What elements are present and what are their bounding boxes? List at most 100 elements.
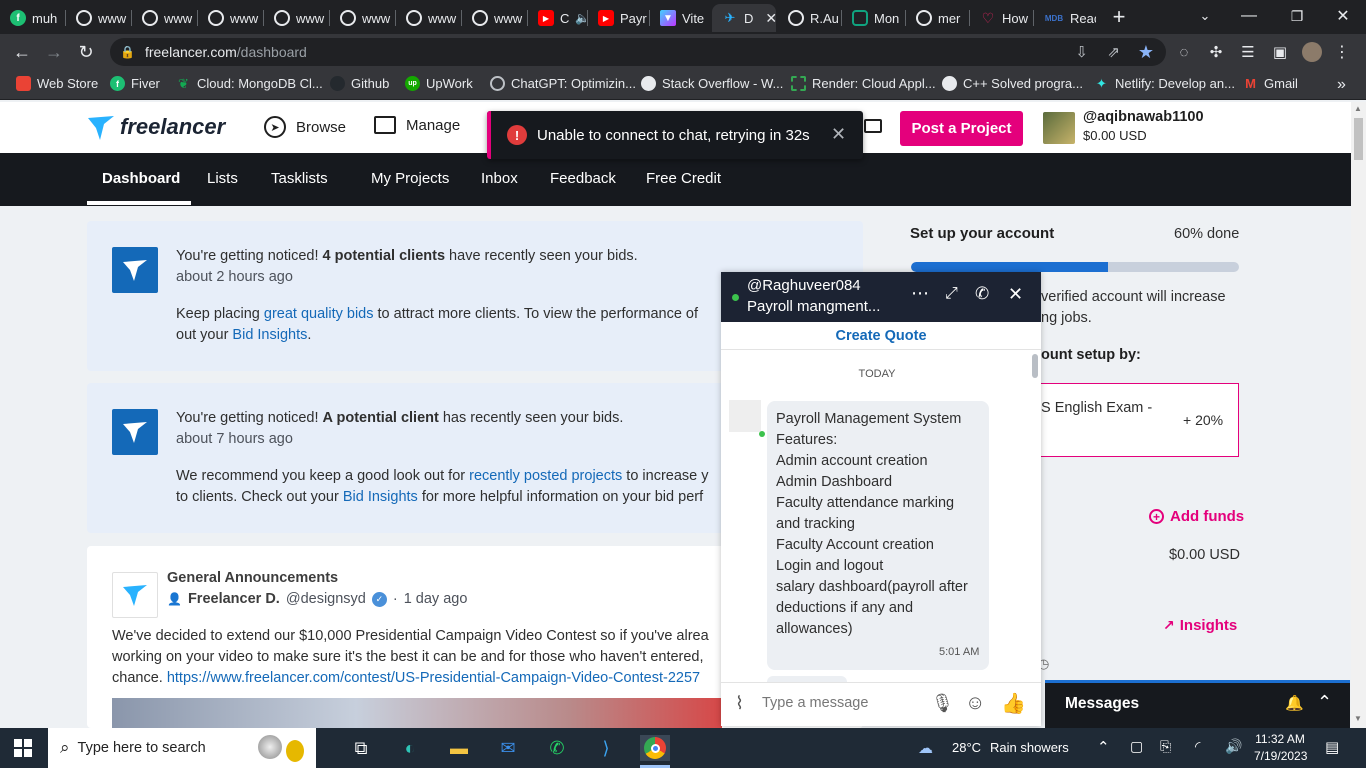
manage-button[interactable]: Manage (374, 116, 460, 134)
bookmark-stackoverflow[interactable]: Stack Overflow - W... (641, 76, 783, 91)
browser-tab-active[interactable]: ✈ D ✕ (712, 4, 776, 32)
whatsapp-icon[interactable]: ✆ (542, 735, 572, 761)
nav-dashboard[interactable]: Dashboard (102, 170, 180, 187)
extensions-puzzle-icon[interactable]: ✣ (1204, 40, 1228, 64)
task-view-icon[interactable]: ⧉ (346, 735, 376, 761)
chevron-up-icon[interactable]: ⌃ (1097, 738, 1110, 756)
thumbs-up-icon[interactable]: 👍 (1001, 691, 1026, 716)
wifi-icon[interactable]: ◜ (1195, 738, 1200, 755)
bid-insights-link[interactable]: Bid Insights (343, 489, 418, 505)
freelancer-logo[interactable]: freelancer (86, 112, 225, 142)
profile-avatar[interactable] (1302, 42, 1322, 62)
reload-icon[interactable]: ↻ (74, 40, 98, 64)
bookmark-netlify[interactable]: ✦ Netlify: Develop an... (1094, 76, 1235, 92)
weather-temp[interactable]: 28°C (952, 740, 981, 755)
bookmark-render[interactable]: Render: Cloud Appl... (791, 76, 936, 91)
clock-date[interactable]: 7/19/2023 (1254, 749, 1307, 763)
close-tab-icon[interactable]: ✕ (765, 10, 776, 27)
browser-tab[interactable]: www (396, 4, 460, 32)
volume-icon[interactable]: 🔊 (1225, 738, 1242, 755)
emoji-icon[interactable]: ☺ (965, 692, 985, 715)
share-icon[interactable]: ⇗ (1107, 43, 1120, 61)
add-funds-button[interactable]: + Add funds (1149, 508, 1244, 525)
messages-icon[interactable] (864, 119, 882, 133)
vscode-icon[interactable]: ⟩ (591, 735, 621, 761)
browser-tab[interactable]: MDBReac (1034, 4, 1096, 32)
new-tab-icon[interactable]: + (1107, 4, 1131, 29)
chrome-icon[interactable] (640, 735, 670, 761)
bookmark-star-icon[interactable]: ★ (1138, 42, 1154, 63)
browser-tab[interactable]: f muh (0, 4, 64, 32)
nav-inbox[interactable]: Inbox (481, 170, 518, 187)
bookmark-cpp[interactable]: C++ Solved progra... (942, 76, 1083, 91)
mail-icon[interactable]: ✉ (493, 735, 523, 761)
bookmark-github[interactable]: Github (330, 76, 389, 91)
weather-icon[interactable]: ☁ (918, 739, 933, 757)
more-options-icon[interactable]: ⋯ (911, 283, 929, 304)
taskbar-search[interactable]: ⌕ Type here to search (48, 728, 316, 768)
insights-link[interactable]: ↗ Insights (1163, 617, 1237, 634)
address-bar[interactable]: 🔒 freelancer.com/dashboard ⇩ ⇗ ★ (110, 38, 1166, 66)
page-scrollbar[interactable]: ▲ ▼ (1351, 102, 1366, 728)
nav-feedback[interactable]: Feedback (550, 170, 616, 187)
browser-tab[interactable]: www (462, 4, 526, 32)
browser-tab[interactable]: www (66, 4, 130, 32)
browser-tab[interactable]: mer (906, 4, 968, 32)
bookmark-gmail[interactable]: M Gmail (1243, 76, 1298, 91)
chat-message-input[interactable]: Type a message (762, 695, 912, 711)
browser-tab[interactable]: ♡ How (970, 4, 1032, 32)
bookmark-fiver[interactable]: f Fiver (110, 76, 160, 91)
nav-free-credit[interactable]: Free Credit (646, 170, 721, 187)
browser-tab[interactable]: Mon (842, 4, 904, 32)
chrome-menu-icon[interactable]: ⋮ (1330, 40, 1354, 64)
edge-icon[interactable]: ◐ (395, 735, 425, 761)
browser-tab[interactable]: www (132, 4, 196, 32)
header-username[interactable]: @aqibnawab1100 (1083, 109, 1204, 125)
scroll-up-icon[interactable]: ▲ (1354, 104, 1362, 113)
nav-tasklists[interactable]: Tasklists (271, 170, 328, 187)
bid-insights-link[interactable]: Bid Insights (232, 327, 307, 343)
back-icon[interactable]: ← (10, 40, 34, 64)
browser-tab[interactable]: www (264, 4, 328, 32)
chat-username[interactable]: @Raghuveer084 (747, 277, 861, 294)
tab-search-icon[interactable]: ⌄ (1193, 4, 1217, 28)
messages-bar[interactable]: Messages 🔔 ⌃ (1045, 680, 1350, 728)
nav-my-projects[interactable]: My Projects (371, 170, 449, 187)
bookmark-mongodb[interactable]: ❦ Cloud: MongoDB Cl... (176, 76, 323, 92)
scroll-down-icon[interactable]: ▼ (1354, 714, 1362, 723)
browser-tab[interactable]: ▶ C 🔈 (528, 4, 586, 32)
weather-desc[interactable]: Rain showers (990, 740, 1069, 755)
speaker-icon[interactable]: 🔈 (575, 11, 586, 25)
phone-icon[interactable]: ✆ (975, 284, 989, 304)
recently-posted-projects-link[interactable]: recently posted projects (469, 468, 622, 484)
bookmark-upwork[interactable]: up UpWork (405, 76, 473, 91)
browser-tab[interactable]: ▶ Payr (588, 4, 648, 32)
create-quote-button[interactable]: Create Quote (835, 328, 926, 344)
extension-circle-icon[interactable]: ◌ (1172, 40, 1196, 64)
network-icon[interactable]: ⎘ (1160, 738, 1171, 755)
bookmark-chatgpt[interactable]: ChatGPT: Optimizin... (490, 76, 636, 91)
expand-icon[interactable]: ⤢ (945, 285, 958, 303)
chevron-up-icon[interactable]: ⌃ (1317, 692, 1332, 713)
contest-link[interactable]: https://www.freelancer.com/contest/US-Pr… (167, 670, 700, 686)
minimize-icon[interactable]: — (1237, 4, 1261, 28)
bookmark-web-store[interactable]: Web Store (16, 76, 98, 91)
notifications-icon[interactable]: ▤ (1325, 738, 1339, 756)
browser-tab[interactable]: www (198, 4, 262, 32)
restore-icon[interactable]: ❐ (1285, 4, 1309, 28)
microphone-icon[interactable]: 🎙 (931, 693, 954, 714)
media-control-icon[interactable]: ☰ (1236, 40, 1260, 64)
browse-button[interactable]: ➤ Browse (264, 116, 346, 138)
notification-bell-icon[interactable]: 🔔 (1285, 694, 1304, 712)
close-icon[interactable]: ✕ (831, 124, 846, 145)
scrollbar-thumb[interactable] (1354, 118, 1363, 160)
window-close-icon[interactable]: ✕ (1331, 4, 1355, 28)
close-chat-icon[interactable]: ✕ (1008, 284, 1023, 305)
windows-start-icon[interactable] (14, 739, 32, 757)
file-explorer-icon[interactable]: ▬ (444, 735, 474, 761)
browser-tab[interactable]: ▼ Vite (650, 4, 710, 32)
side-panel-icon[interactable]: ▣ (1268, 40, 1292, 64)
browser-tab[interactable]: www (330, 4, 394, 32)
great-quality-bids-link[interactable]: great quality bids (264, 306, 374, 322)
exam-task-card[interactable]: S English Exam - + 20% (1035, 383, 1239, 457)
